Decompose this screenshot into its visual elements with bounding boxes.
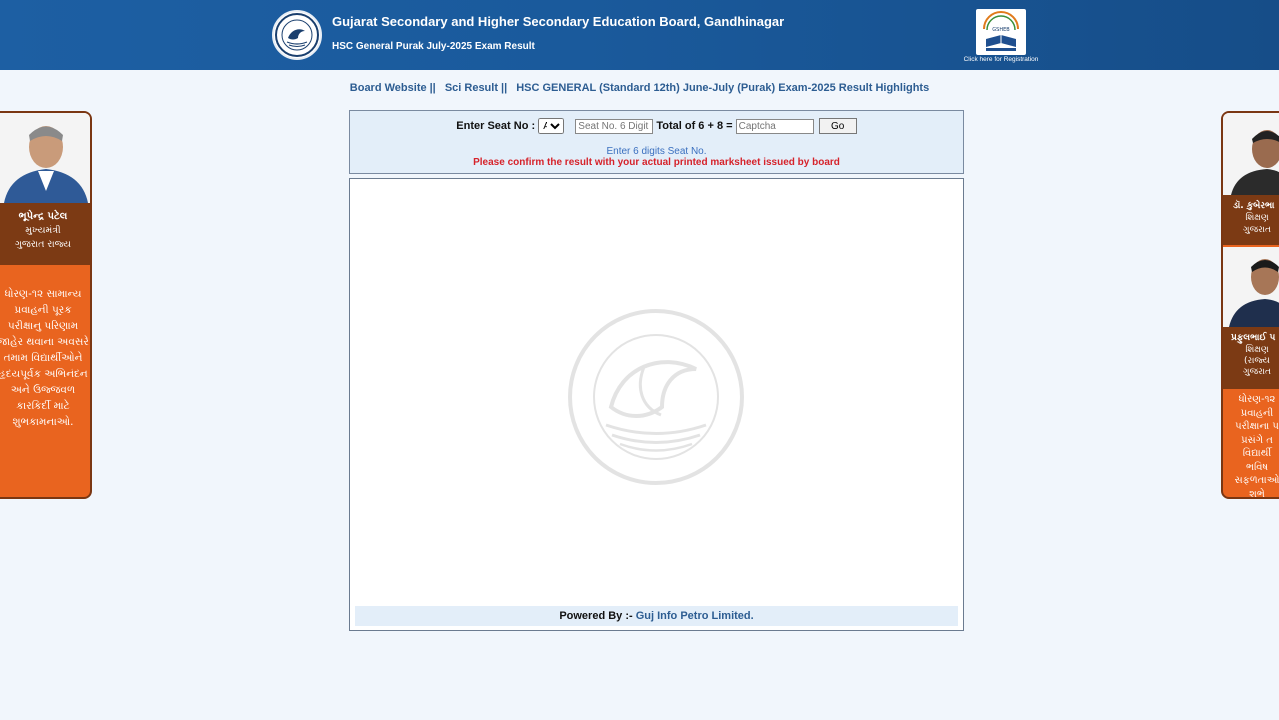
captcha-question: Total of 6 + 8 = [656, 119, 733, 132]
education-minister-caption: ડૉ. કુબેરભા શિક્ષણ ગુજરાત [1223, 195, 1279, 245]
registration-link[interactable]: Click here for Registration [950, 56, 1052, 63]
site-header: Gujarat Secondary and Higher Secondary E… [0, 0, 1279, 70]
powered-by-link[interactable]: Guj Info Petro Limited. [636, 610, 754, 622]
message-line: પ્રવાહની પૂરક [14, 304, 72, 316]
message-line: હૃદયપૂર્વક અભિનંદન [0, 368, 88, 380]
minister-of-state-name: પ્રફુલભાઈ પ [1231, 333, 1276, 343]
seat-hint: Enter 6 digits Seat No. [606, 146, 707, 157]
minister-of-state-role: શિક્ષણ [1245, 345, 1269, 355]
seat-prefix-select[interactable]: A [538, 118, 565, 134]
message-line: શુભકામનાઓ. [12, 416, 74, 428]
education-minister-name: ડૉ. કુબેરભા [1233, 201, 1275, 211]
message-line: પરીક્ષાના પ [1235, 421, 1279, 432]
message-line: અને ઉજ્જવળ [10, 384, 76, 396]
nav-result-highlights[interactable]: HSC GENERAL (Standard 12th) June-July (P… [516, 82, 929, 94]
nav-board-website[interactable]: Board Website [350, 82, 427, 94]
minister-of-state-role2: (રાજ્ય [1244, 356, 1270, 366]
message-line: ભવિષ [1245, 461, 1269, 473]
marksheet-warning: Please confirm the result with your actu… [473, 157, 840, 168]
left-greeting-message: ધોરણ-૧૨ સામાન્ય પ્રવાહની પૂરક પરીક્ષાનુ … [0, 286, 90, 430]
seat-number-input[interactable] [575, 118, 654, 134]
message-line: ધોરણ-૧૨ [1238, 394, 1276, 405]
right-greeting-banner: ડૉ. કુબેરભા શિક્ષણ ગુજરાત પ્રફુલભાઈ પ શિ… [1221, 111, 1279, 499]
chief-minister-photo [0, 113, 90, 203]
registration-logo-text: GSHEB [992, 27, 1010, 33]
message-line: કારકિર્દી માટે [16, 400, 70, 412]
education-minister-photo [1223, 113, 1279, 195]
captcha-input[interactable] [735, 118, 814, 134]
message-line: શુભે [1249, 488, 1265, 499]
registration-logo-icon[interactable]: GSHEB [976, 9, 1026, 55]
education-minister-state: ગુજરાત [1243, 225, 1271, 235]
chief-minister-caption: ભૂપેન્દ્ર પટેલ મુખ્યમંત્રી ગુજરાત રાજ્ય [0, 203, 90, 265]
chief-minister-role: મુખ્યમંત્રી [25, 225, 61, 236]
result-area: Powered By :- Guj Info Petro Limited. [349, 178, 964, 631]
minister-of-state-photo [1223, 247, 1279, 327]
chief-minister-name: ભૂપેન્દ્ર પટેલ [18, 211, 68, 222]
message-line: પ્રસંગે ત [1241, 434, 1273, 446]
education-minister-role: શિક્ષણ [1245, 213, 1269, 223]
nav-sci-result[interactable]: Sci Result [445, 82, 498, 94]
nav-separator: || [501, 82, 508, 94]
message-line: જાહેર થવાના અવસરે [0, 336, 89, 348]
message-line: સફળતાઓ [1234, 475, 1279, 486]
powered-by-label: Powered By :- [559, 610, 633, 622]
minister-of-state-caption: પ્રફુલભાઈ પ શિક્ષણ (રાજ્ય ગુજરાત [1223, 327, 1279, 389]
chief-minister-state: ગુજરાત રાજ્ય [14, 239, 72, 250]
message-line: પરીક્ષાનુ પરિણામ [7, 320, 79, 332]
right-greeting-message: ધોરણ-૧૨ પ્રવાહની પરીક્ષાના પ પ્રસંગે ત વ… [1223, 393, 1279, 499]
seat-search-row: Enter Seat No : A Total of 6 + 8 = Go [350, 118, 963, 134]
board-title: Gujarat Secondary and Higher Secondary E… [332, 14, 785, 29]
message-line: વિદ્યાર્થી [1242, 448, 1272, 459]
nav-separator: || [429, 82, 436, 94]
go-button[interactable]: Go [818, 118, 857, 134]
board-seal-watermark-icon [568, 309, 744, 485]
board-logo-icon[interactable] [272, 10, 322, 60]
message-line: પ્રવાહની [1240, 407, 1274, 419]
exam-result-subtitle: HSC General Purak July-2025 Exam Result [332, 41, 535, 52]
message-line: ધોરણ-૧૨ સામાન્ય [4, 288, 82, 300]
powered-by-bar: Powered By :- Guj Info Petro Limited. [355, 606, 958, 626]
seat-search-panel: Enter Seat No : A Total of 6 + 8 = Go En… [349, 110, 964, 174]
message-line: તમામ વિદ્યાર્થીઓને [3, 352, 83, 364]
seat-label: Enter Seat No : [456, 119, 536, 132]
top-nav: Board Website || Sci Result || HSC GENERAL… [0, 82, 1279, 94]
left-greeting-banner: ભૂપેન્દ્ર પટેલ મુખ્યમંત્રી ગુજરાત રાજ્ય … [0, 111, 92, 499]
minister-of-state-state: ગુજરાત [1243, 367, 1271, 377]
